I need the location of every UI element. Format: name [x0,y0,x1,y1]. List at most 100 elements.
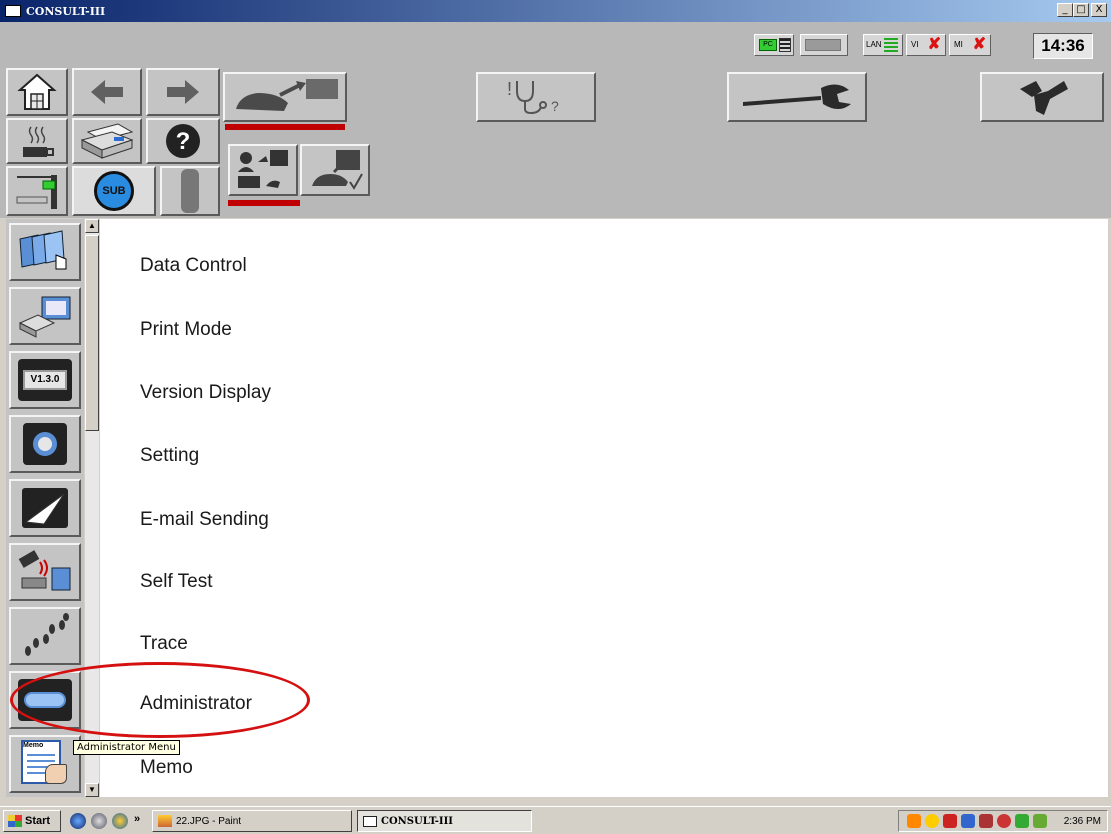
scroll-up-icon[interactable]: ▲ [85,219,99,233]
key-icon [18,679,72,721]
menu-administrator[interactable]: Administrator [140,693,252,715]
folders-icon [19,230,67,270]
heater-icon [23,126,54,157]
app-icon [5,5,21,17]
data-transfer-icon [238,150,288,188]
signal-bars-icon [779,38,791,52]
tray-sync-icon[interactable] [1033,814,1047,828]
tray-security-icon[interactable] [925,814,939,828]
sub-icon: SUB [94,171,134,211]
scroll-down-icon[interactable]: ▼ [85,783,99,797]
media-icon[interactable] [112,813,128,829]
tray-bluetooth-icon[interactable] [961,814,975,828]
task-paint[interactable]: 22.JPG - Paint [152,810,352,832]
connector-icon [181,169,199,213]
help-button[interactable]: ? [146,118,220,164]
quicklaunch-more-icon[interactable]: » [134,813,140,825]
tray-network-icon[interactable] [943,814,957,828]
stethoscope-icon: ! ? [507,79,559,115]
setting-icon [23,423,67,465]
menu-email-sending[interactable]: E-mail Sending [140,509,269,531]
data-transfer-button[interactable] [228,144,298,196]
menu-setting[interactable]: Setting [140,445,199,467]
printer-mode-icon [18,296,71,338]
start-button[interactable]: Start [3,810,61,832]
ie-icon[interactable] [70,813,86,829]
mail-icon [22,488,68,528]
pc-connection-indicator: PC [754,34,794,56]
memo-label: Memo [23,742,44,749]
lan-indicator: LAN [863,34,903,56]
vehicle-diagnosis-button[interactable] [223,72,347,122]
svg-text:!: ! [507,79,512,99]
tools-icon [1020,81,1068,115]
home-button[interactable] [6,68,68,116]
mi-indicator: MI ✘ [949,34,991,56]
tray-antivirus-icon[interactable] [997,814,1011,828]
task-consult[interactable]: CONSULT-III [357,810,532,832]
start-label: Start [25,815,51,827]
consult-window: CONSULT-III _ □ X PC LAN VI ✘ MI ✘ 14:36 [0,0,1111,834]
tray-app-icon[interactable] [907,814,921,828]
sidebar-version-display[interactable]: V1.3.0 [9,351,81,409]
sidebar-memo[interactable]: Memo [9,735,81,793]
network-icon [16,175,57,209]
svg-text:?: ? [176,128,191,155]
print-button[interactable] [72,118,142,164]
footprints-icon [25,613,69,656]
active-mode-indicator [225,124,345,130]
tray-disconnect-icon[interactable] [979,814,993,828]
connector-button[interactable] [160,166,220,216]
menu-memo[interactable]: Memo [140,757,193,779]
menu-trace[interactable]: Trace [140,633,188,655]
help-icon: ? [166,124,200,158]
car-connect-icon [236,79,338,111]
battery-icon [805,39,841,51]
immediate-diagnosis-button[interactable]: ! ? [476,72,596,122]
sidebar-scrollbar[interactable]: ▲ ▼ [85,219,99,797]
tray-update-icon[interactable] [1015,814,1029,828]
disconnected-icon: ✘ [927,36,941,53]
battery-indicator [800,34,848,56]
window-icon [363,815,377,827]
home-icon [17,73,57,110]
status-bar: PC LAN VI ✘ MI ✘ [0,22,1111,66]
sidebar-administrator[interactable] [9,671,81,729]
work-support-button[interactable] [727,72,867,122]
warmup-button[interactable] [6,118,68,164]
sidebar-trace[interactable] [9,607,81,665]
arrow-right-icon [167,80,199,104]
sub-button[interactable]: SUB [72,166,156,216]
forward-button[interactable] [146,68,220,116]
system-clock: 2:36 PM [1063,815,1101,827]
pc-icon: PC [759,39,777,51]
sidebar-self-test[interactable] [9,543,81,601]
close-button[interactable]: X [1091,3,1107,17]
tools-button[interactable] [980,72,1104,122]
vehicle-check-button[interactable] [300,144,370,196]
desktop-icon[interactable] [91,813,107,829]
sidebar-setting[interactable] [9,415,81,473]
vi-label: VI [911,40,919,49]
back-button[interactable] [72,68,142,116]
sidebar-email-sending[interactable] [9,479,81,537]
menu-data-control[interactable]: Data Control [140,255,247,277]
scroll-thumb[interactable] [85,235,99,431]
printer-icon [80,123,134,159]
mi-label: MI [954,40,963,49]
window-title: CONSULT-III [26,4,106,18]
sidebar-data-control[interactable] [9,223,81,281]
vi-indicator: VI ✘ [906,34,946,56]
maximize-button[interactable]: □ [1073,3,1089,17]
svg-text:?: ? [551,98,559,114]
title-bar: CONSULT-III _ □ X [0,0,1111,22]
sidebar-print-mode[interactable] [9,287,81,345]
main-toolbar: ? SUB ! ? [0,66,1111,218]
menu-print-mode[interactable]: Print Mode [140,319,232,341]
minimize-button[interactable]: _ [1057,3,1073,17]
network-button[interactable] [6,166,68,216]
self-test-icon [18,550,71,591]
menu-version-display[interactable]: Version Display [140,382,271,404]
arrow-left-icon [91,80,123,104]
menu-self-test[interactable]: Self Test [140,571,213,593]
